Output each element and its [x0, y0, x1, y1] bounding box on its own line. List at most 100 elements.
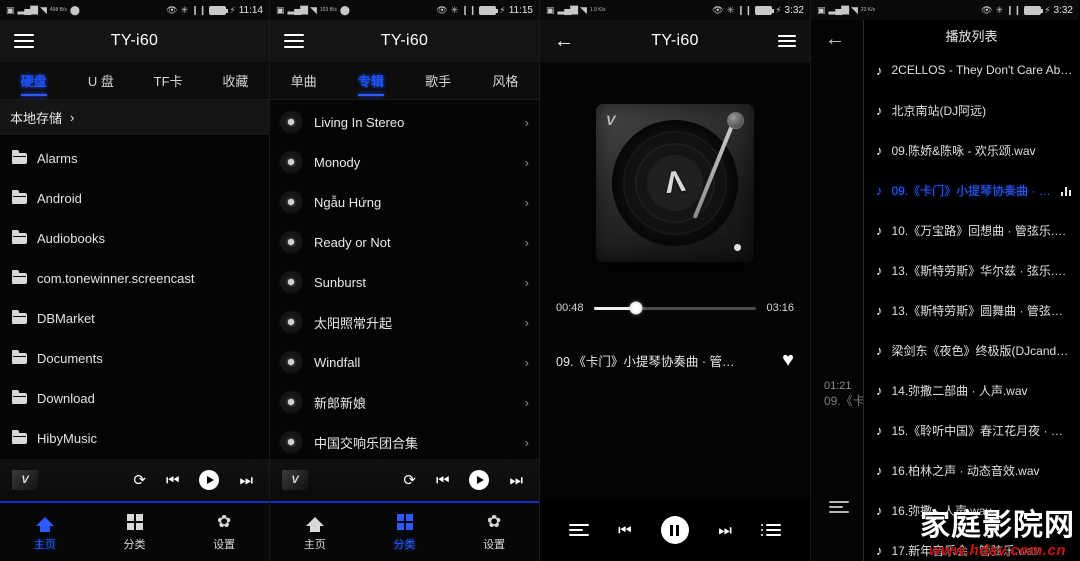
music-note-icon: ♪	[876, 502, 883, 518]
tab-favorites[interactable]: 收藏	[202, 62, 269, 99]
list-item[interactable]: ♪ 09.陈娇&陈咏 - 欢乐颂.wav	[864, 130, 1079, 170]
list-item[interactable]: Download	[0, 378, 269, 418]
tab-genres[interactable]: 风格	[472, 62, 539, 99]
list-item[interactable]: Ngẫu Hứng ›	[270, 182, 539, 222]
tab-albums[interactable]: 专辑	[337, 62, 404, 99]
hamburger-icon[interactable]	[284, 34, 304, 48]
list-item[interactable]: ♪ 2CELLOS - They Don't Care Abo…	[864, 50, 1079, 90]
list-item[interactable]: ♪ 15.《聆听中国》春江花月夜 · 民乐…	[864, 410, 1079, 450]
tab-usb-disk[interactable]: U 盘	[67, 62, 134, 99]
repeat-icon[interactable]: ⟳	[403, 473, 416, 488]
tab-artists[interactable]: 歌手	[405, 62, 472, 99]
list-item-playing[interactable]: ♪ 09.《卡门》小提琴协奏曲 · 管…	[864, 170, 1079, 210]
play-icon[interactable]	[199, 470, 220, 490]
gear-icon: ✿	[487, 512, 502, 531]
folder-list: Alarms Android Audiobooks com.tonewinner…	[0, 136, 269, 458]
album-disc-icon	[280, 311, 302, 333]
list-item[interactable]: ♪ 14.弥撒二部曲 · 人声.wav	[864, 370, 1079, 410]
next-track-icon[interactable]: ⏭	[509, 473, 523, 488]
list-item[interactable]: Alarms	[0, 138, 269, 178]
nav-item-home[interactable]: 主页	[0, 503, 90, 561]
list-item[interactable]: Living In Stereo ›	[270, 102, 539, 142]
music-note-icon: ♪	[876, 142, 883, 158]
eye-icon: 👁	[712, 4, 724, 15]
previous-track-icon[interactable]: ⏮	[166, 473, 180, 488]
play-icon[interactable]	[469, 470, 490, 490]
vibrate-icon: ❙❙	[191, 4, 207, 15]
panel-file-browser: ▣ ▂▄▆ ◥ 498 B/s ⬤ 👁 ✳ ❙❙ ⚡ 11:14 TY-i60 …	[0, 0, 270, 561]
list-item[interactable]: Audiobooks	[0, 218, 269, 258]
folder-icon	[12, 269, 27, 284]
previous-track-icon[interactable]: ⏮	[436, 473, 450, 488]
hamburger-icon[interactable]	[14, 34, 34, 48]
list-item[interactable]: ♪ 13.《斯特劳斯》圆舞曲 · 管弦乐.wav	[864, 290, 1079, 330]
list-item[interactable]: Ready or Not ›	[270, 222, 539, 262]
list-item[interactable]: Sunburst ›	[270, 262, 539, 302]
back-arrow-icon[interactable]: ←	[825, 28, 845, 51]
tab-tf-card[interactable]: TF卡	[135, 62, 202, 99]
turntable-artwork[interactable]: V Λ	[596, 104, 754, 262]
nav-item-category[interactable]: 分类	[360, 503, 450, 561]
folder-icon	[12, 229, 27, 244]
list-item[interactable]: Documents	[0, 338, 269, 378]
status-left-icons: ▣ ▂▄▆ ◥ 103 B/s ⬤	[276, 5, 350, 15]
list-item[interactable]: ♪ 16.弥撒 · 人声.wav	[864, 490, 1079, 530]
queue-button[interactable]	[761, 524, 782, 536]
nav-item-home[interactable]: 主页	[270, 503, 360, 561]
app-bar: ← TY-i60	[540, 20, 810, 62]
next-track-icon[interactable]: ⏭	[239, 473, 253, 488]
list-item[interactable]: DBMarket	[0, 298, 269, 338]
nav-item-settings[interactable]: ✿ 设置	[449, 503, 539, 561]
mini-player-controls: ⟳ ⏮ ⏭	[403, 470, 527, 490]
previous-button[interactable]: ⏮	[618, 523, 632, 538]
list-item[interactable]: Monody ›	[270, 142, 539, 182]
list-icon[interactable]	[778, 35, 796, 47]
next-button[interactable]: ⏭	[718, 523, 732, 538]
play-mode-button[interactable]	[829, 501, 849, 513]
status-bar: ▣ ▂▄▆ ◥ 103 B/s ⬤ 👁 ✳ ❙❙ ⚡ 11:15	[270, 0, 539, 20]
mini-album-art[interactable]	[12, 470, 38, 490]
heart-icon[interactable]: ♥	[782, 350, 794, 370]
storage-tabs: 硬盘 U 盘 TF卡 收藏	[0, 62, 269, 100]
nav-label: 设置	[213, 538, 236, 551]
list-item[interactable]: com.tonewinner.screencast	[0, 258, 269, 298]
play-mode-button[interactable]	[568, 524, 589, 536]
list-item[interactable]: ♪ 梁剑东《夜色》终极版(DJcandy …	[864, 330, 1079, 370]
list-item[interactable]: Android	[0, 178, 269, 218]
playlist-track-title: 北京南站(DJ阿远)	[891, 103, 987, 118]
nav-item-category[interactable]: 分类	[90, 503, 180, 561]
sim-icon: ▣	[276, 4, 285, 15]
tab-hard-disk[interactable]: 硬盘	[0, 62, 67, 99]
list-item[interactable]: ♪ 北京南站(DJ阿远)	[864, 90, 1079, 130]
seek-thumb[interactable]	[629, 301, 643, 315]
list-item[interactable]: ♪ 13.《斯特劳斯》华尔兹 · 弦乐.wav	[864, 250, 1079, 290]
network-rate: 498 B/s	[49, 6, 67, 13]
chevron-right-icon: ›	[524, 354, 529, 370]
now-playing-body: V Λ 00:48 03:16 09.《卡门》小提琴协奏曲 · 管… ♥ ⏮ ⏭	[540, 62, 810, 561]
grid-icon	[396, 513, 413, 531]
sim-icon: ▣	[817, 4, 826, 15]
album-title: Monody	[314, 154, 361, 170]
list-item[interactable]: Windfall ›	[270, 342, 539, 382]
list-item[interactable]: HibyMusic	[0, 418, 269, 458]
status-bar: ▣ ▂▄▆ ◥ 23 K/s 👁 ✳ ❙❙ ⚡ 3:32	[811, 0, 1079, 20]
tab-songs[interactable]: 单曲	[270, 62, 337, 99]
mini-album-art[interactable]	[282, 470, 308, 490]
list-item[interactable]: ♪ 16.柏林之声 · 动态音效.wav	[864, 450, 1079, 490]
vibrate-icon: ❙❙	[737, 4, 753, 15]
library-tabs: 单曲 专辑 歌手 风格	[270, 62, 539, 100]
pause-button[interactable]	[660, 516, 689, 544]
nav-item-settings[interactable]: ✿ 设置	[179, 503, 269, 561]
bluetooth-icon: ✳	[995, 4, 1004, 15]
back-arrow-icon[interactable]: ←	[554, 31, 574, 51]
breadcrumb[interactable]: 本地存储 ›	[0, 100, 269, 136]
repeat-icon[interactable]: ⟳	[133, 473, 146, 488]
list-item[interactable]: 太阳照常升起 ›	[270, 302, 539, 342]
nav-label: 分类	[393, 538, 416, 551]
chevron-right-icon: ›	[524, 194, 529, 210]
list-item[interactable]: 新郎新娘 ›	[270, 382, 539, 422]
list-item[interactable]: ♪ 10.《万宝路》回想曲 · 管弦乐.wav	[864, 210, 1079, 250]
list-item[interactable]: 中国交响乐团合集 ›	[270, 422, 539, 462]
seek-slider[interactable]	[593, 301, 757, 315]
list-item[interactable]: ♪ 17.新年音乐会 · 管弦乐.wav	[864, 530, 1079, 561]
